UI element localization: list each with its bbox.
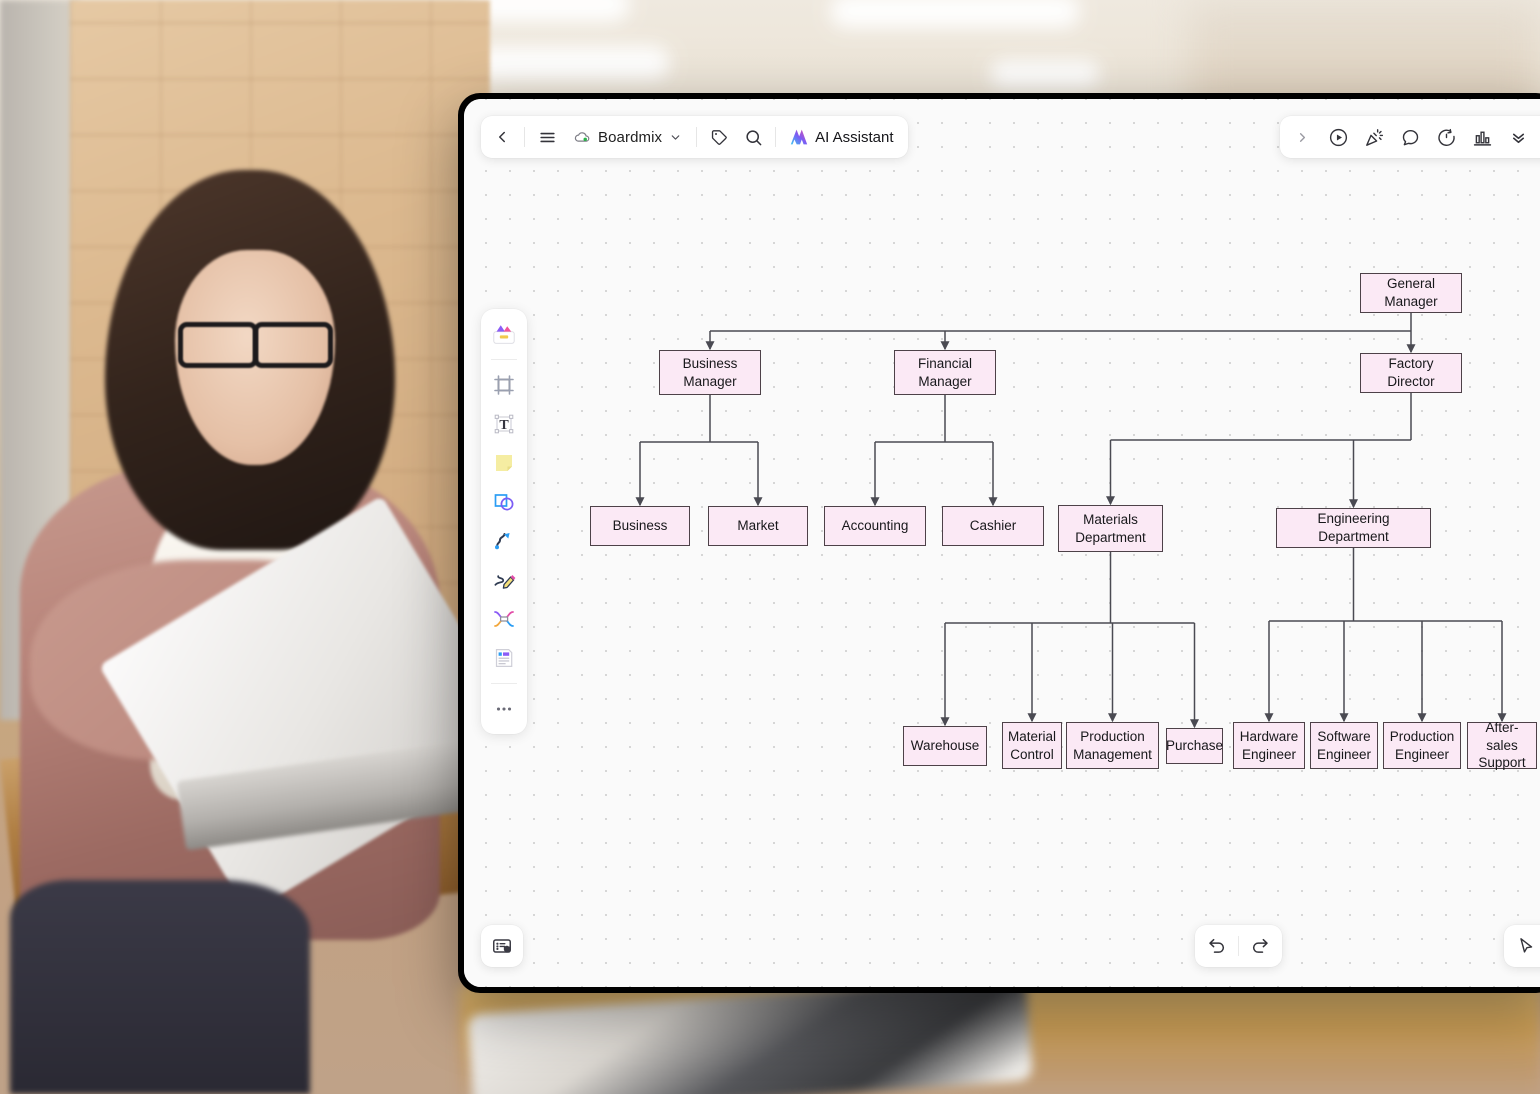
org-node[interactable]: Cashier (942, 506, 1044, 546)
toolbar-divider (696, 127, 698, 147)
org-node-label: Warehouse (910, 738, 980, 754)
org-node[interactable]: Materials Department (1058, 505, 1163, 552)
cloud-icon (574, 132, 590, 142)
app-window-content: General Manager Business Manager Financial… (464, 99, 1540, 987)
frame-icon[interactable] (486, 367, 522, 403)
org-node-label: Market (737, 518, 779, 534)
mindmap-icon[interactable] (486, 601, 522, 637)
ai-assistant-label: AI Assistant (815, 128, 894, 146)
org-node-label: General Manager (1384, 276, 1438, 309)
photo-person-pants (10, 880, 310, 1094)
org-node[interactable]: General Manager (1360, 273, 1462, 313)
vote-chart-icon[interactable] (1466, 120, 1500, 154)
comment-icon[interactable] (1394, 120, 1428, 154)
menu-button[interactable] (530, 120, 564, 154)
org-node[interactable]: Purchase (1166, 728, 1223, 764)
undo-icon[interactable] (1200, 929, 1234, 963)
celebrate-icon[interactable] (1358, 120, 1392, 154)
org-node-label: Production Management (1073, 728, 1152, 762)
org-node[interactable]: Software Engineer (1310, 722, 1378, 769)
rail-divider (491, 359, 517, 360)
ai-sparkle-icon (790, 129, 808, 145)
connector-icon[interactable] (486, 523, 522, 559)
ceiling-light (990, 60, 1100, 88)
org-node[interactable]: Production Management (1066, 722, 1159, 769)
file-name-label: Boardmix (598, 128, 663, 146)
control-divider (1238, 936, 1239, 956)
back-button[interactable] (485, 120, 519, 154)
ai-assistant-button[interactable]: AI Assistant (781, 120, 903, 154)
more-options-icon[interactable] (1502, 120, 1536, 154)
left-tool-rail: T (481, 309, 527, 734)
org-node[interactable]: Production Engineer (1383, 722, 1461, 769)
org-node-label: Materials Department (1075, 511, 1146, 545)
photo-glasses-right (253, 322, 333, 368)
zoom-controls: 100% (1503, 925, 1540, 967)
org-node-label: Cashier (969, 518, 1017, 534)
ceiling-light (470, 0, 630, 22)
undo-redo-group (1195, 925, 1282, 967)
chevron-down-icon (671, 134, 680, 140)
org-node-label: After-sales Support (1478, 719, 1526, 771)
org-node[interactable]: Material Control (1002, 722, 1062, 769)
app-window: General Manager Business Manager Financial… (458, 93, 1540, 993)
sticky-note-icon[interactable] (486, 445, 522, 481)
redo-icon[interactable] (1243, 929, 1277, 963)
toolbar-divider (775, 127, 777, 147)
photo-glasses-left (178, 322, 258, 368)
org-node-label: Software Engineer (1316, 728, 1372, 762)
org-node[interactable]: Financial Manager (894, 350, 996, 395)
ceiling-light (470, 46, 670, 80)
org-node[interactable]: Accounting (824, 506, 926, 546)
text-icon[interactable]: T (486, 406, 522, 442)
top-left-toolbar: Boardmix AI Assistant (481, 116, 908, 158)
tag-icon[interactable] (702, 120, 736, 154)
org-node[interactable]: Factory Director (1360, 353, 1462, 393)
org-node-label: Production Engineer (1389, 728, 1455, 762)
toolbar-divider (524, 127, 525, 147)
org-node[interactable]: Business Manager (659, 350, 761, 395)
org-node[interactable]: Hardware Engineer (1233, 722, 1305, 769)
svg-text:T: T (499, 418, 509, 433)
org-node-label: Business Manager (682, 355, 738, 389)
search-icon[interactable] (736, 120, 770, 154)
org-node-label: Business (612, 518, 668, 534)
more-tools-icon[interactable] (486, 691, 522, 727)
pen-icon[interactable] (486, 562, 522, 598)
org-node[interactable]: Market (708, 506, 808, 546)
org-node-label: Engineering Department (1317, 511, 1390, 544)
document-icon[interactable] (486, 640, 522, 676)
org-node[interactable]: Warehouse (903, 726, 987, 766)
ceiling-light (830, 0, 1080, 28)
timer-icon[interactable] (1430, 120, 1464, 154)
org-node-label: Financial Manager (917, 355, 973, 389)
org-node[interactable]: After-sales Support (1467, 719, 1537, 771)
org-node-label: Accounting (841, 518, 909, 534)
org-node-label: Hardware Engineer (1239, 728, 1299, 762)
org-node-label: Material Control (1007, 728, 1056, 762)
templates-icon[interactable] (486, 316, 522, 352)
org-node[interactable]: Engineering Department (1276, 508, 1431, 548)
rail-divider (491, 683, 517, 684)
org-node[interactable]: Business (590, 506, 690, 546)
layers-button[interactable] (481, 925, 523, 967)
file-name-chip[interactable]: Boardmix (564, 120, 691, 154)
shapes-icon[interactable] (486, 484, 522, 520)
org-chart: General Manager Business Manager Financial… (464, 99, 1540, 987)
cursor-select-icon[interactable] (1509, 929, 1540, 963)
top-right-toolbar: 24 Share (1279, 116, 1540, 158)
expand-panel-icon[interactable] (1286, 120, 1320, 154)
present-icon[interactable] (1322, 120, 1356, 154)
org-node-label: Purchase (1165, 738, 1224, 754)
org-node-label: Factory Director (1387, 356, 1435, 389)
